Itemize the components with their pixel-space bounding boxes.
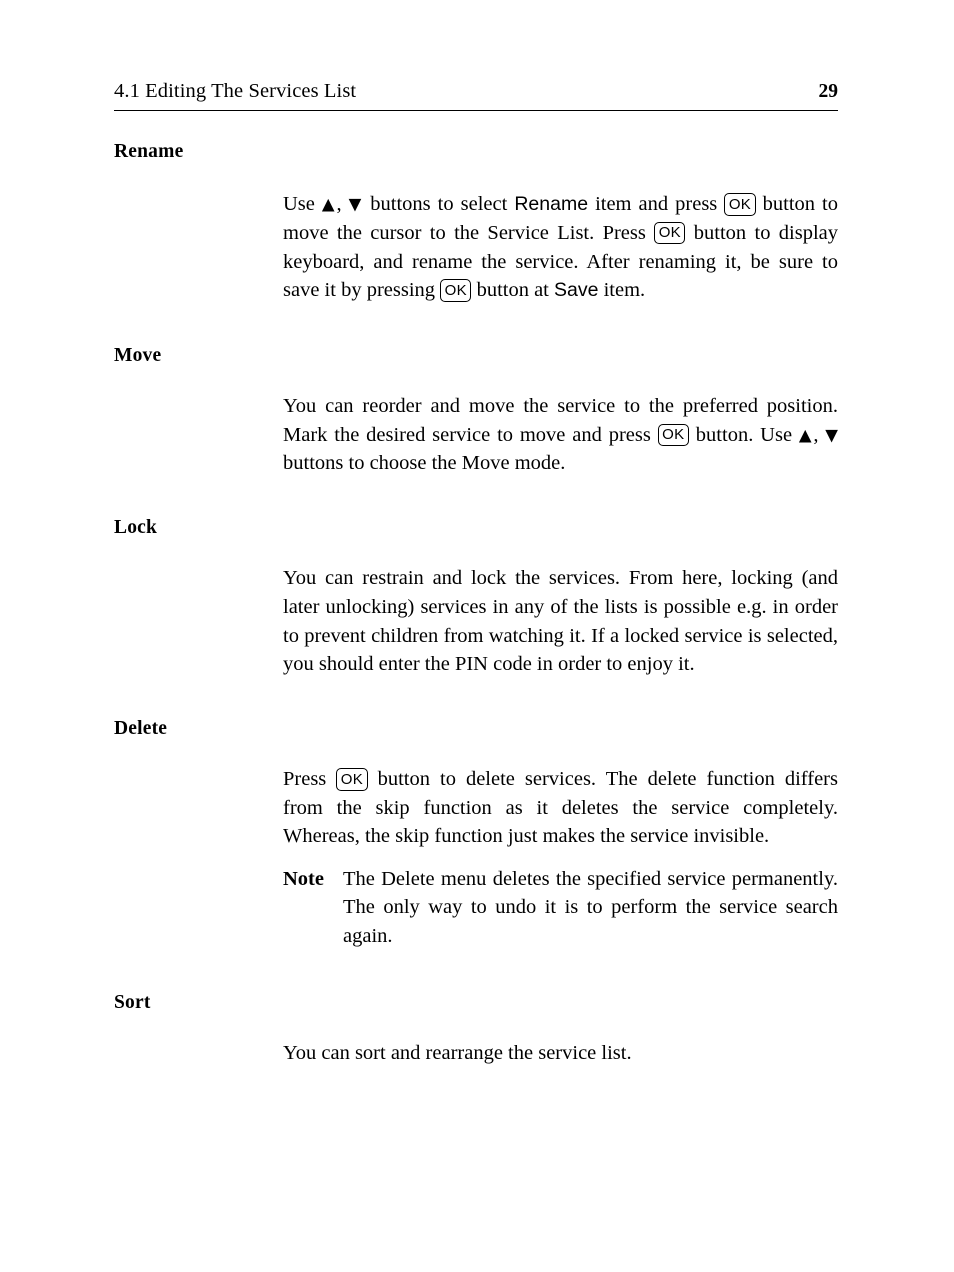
section-body-rename: Use ▲, ▼ buttons to select Rename item a… <box>283 190 838 304</box>
note-label: Note <box>283 867 324 890</box>
note-block: Note The Delete menu deletes the specifi… <box>283 865 838 951</box>
note-text: The Delete menu deletes the specified se… <box>343 867 838 948</box>
text-fragment: , <box>336 193 349 216</box>
up-arrow-icon: ▲ <box>321 194 337 214</box>
down-arrow-icon: ▼ <box>825 425 838 445</box>
text-fragment: buttons to select <box>363 193 515 216</box>
text-fragment: item and press <box>588 193 725 216</box>
text-fragment: Press <box>283 768 337 791</box>
paragraph: You can restrain and lock the services. … <box>283 567 838 676</box>
section-body-sort: You can sort and rearrange the service l… <box>283 1039 838 1068</box>
section-heading-move: Move <box>114 344 162 366</box>
paragraph: Press OK button to delete services. The … <box>283 765 838 851</box>
paragraph: You can reorder and move the service to … <box>283 392 838 478</box>
section-move: Move You can reorder and move the servic… <box>114 344 838 478</box>
section-heading-lock: Lock <box>114 516 158 538</box>
section-body-lock: You can restrain and lock the services. … <box>283 564 838 678</box>
ok-button-glyph: OK <box>657 423 689 447</box>
paragraph: You can sort and rearrange the service l… <box>283 1042 632 1065</box>
up-arrow-icon: ▲ <box>798 425 814 445</box>
section-delete: Delete Press OK button to delete service… <box>114 717 838 951</box>
text-fragment: button. Use <box>688 423 799 446</box>
section-sort: Sort You can sort and rearrange the serv… <box>114 991 838 1068</box>
ui-term-save: Save <box>554 279 599 302</box>
down-arrow-icon: ▼ <box>348 194 364 214</box>
ok-button-glyph: OK <box>654 221 686 245</box>
ok-button-glyph: OK <box>440 279 472 302</box>
page-content: Rename Use ▲, ▼ buttons to select Rename… <box>114 140 838 1068</box>
section-heading-sort: Sort <box>114 991 151 1013</box>
text-fragment: item. <box>598 279 646 302</box>
page-number: 29 <box>818 81 839 102</box>
ok-button-glyph: OK <box>336 768 368 791</box>
page-running-header: 4.1 Editing The Services List 29 <box>114 80 838 111</box>
paragraph: Use ▲, ▼ buttons to select Rename item a… <box>283 190 838 304</box>
text-fragment: Use <box>283 193 322 216</box>
text-fragment: buttons to choose the Move mode. <box>283 452 566 475</box>
section-lock: Lock You can restrain and lock the servi… <box>114 516 838 679</box>
header-section-title: 4.1 Editing The Services List <box>114 80 357 102</box>
document-page: 4.1 Editing The Services List 29 Rename … <box>0 0 954 1272</box>
ok-button-glyph: OK <box>724 193 756 216</box>
text-fragment: button at <box>471 279 554 302</box>
section-heading-delete: Delete <box>114 717 168 739</box>
section-body-move: You can reorder and move the service to … <box>283 392 838 478</box>
section-heading-rename: Rename <box>114 141 184 162</box>
text-fragment: , <box>813 423 826 446</box>
section-body-delete: Press OK button to delete services. The … <box>283 765 838 951</box>
ui-term-rename: Rename <box>514 193 589 216</box>
section-rename: Rename Use ▲, ▼ buttons to select Rename… <box>114 140 838 305</box>
